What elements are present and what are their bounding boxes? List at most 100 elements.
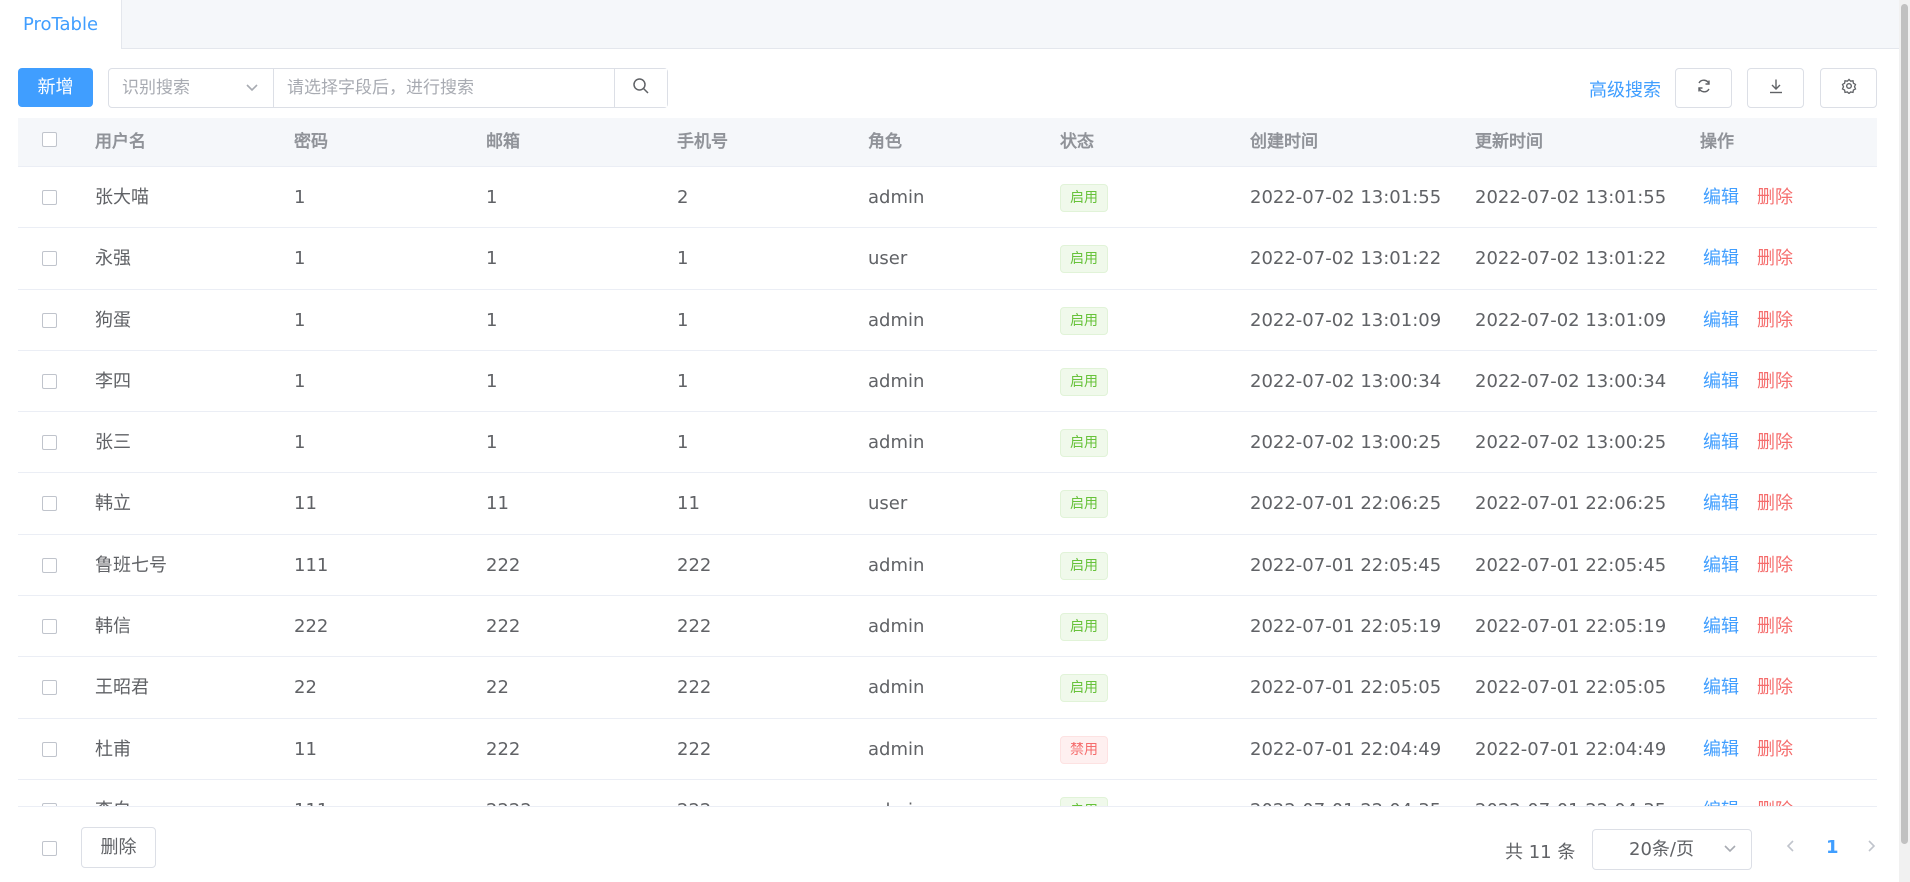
header-phone[interactable]: 手机号 [677,118,728,167]
header-created[interactable]: 创建时间 [1250,118,1318,167]
cell-status: 禁用 [1060,719,1108,780]
edit-link[interactable]: 编辑 [1703,432,1739,453]
header-updated[interactable]: 更新时间 [1475,118,1543,167]
cell-actions: 编辑删除 [1703,535,1793,596]
batch-delete-button[interactable]: 删除 [81,827,156,868]
table-row[interactable]: 李四 1 1 1 admin 启用 2022-07-02 13:00:34 2022-07-0… [18,351,1877,413]
add-button[interactable]: 新增 [18,68,93,107]
cell-actions: 编辑删除 [1703,657,1793,718]
tab-protable[interactable]: ProTable [0,0,122,49]
delete-link[interactable]: 删除 [1757,616,1793,637]
cell-phone: 222 [677,780,711,806]
cell-username: 韩信 [95,616,131,638]
edit-link[interactable]: 编辑 [1703,555,1739,576]
cell-password: 1 [294,309,306,331]
table-row[interactable]: 永强 1 1 1 user 启用 2022-07-02 13:01:22 2022-07-02… [18,228,1877,290]
table-row[interactable]: 杜甫 11 222 222 admin 禁用 2022-07-01 22:04:49 2022… [18,719,1877,780]
table-row[interactable]: 狗蛋 1 1 1 admin 启用 2022-07-02 13:01:09 2022-07-0… [18,290,1877,351]
edit-link[interactable]: 编辑 [1703,739,1739,760]
edit-link[interactable]: 编辑 [1703,248,1739,269]
header-role[interactable]: 角色 [868,118,902,167]
cell-updated: 2022-07-02 13:00:34 [1475,370,1667,392]
vertical-scrollbar[interactable] [1899,0,1910,882]
status-badge: 启用 [1060,429,1108,458]
row-checkbox[interactable] [42,251,57,267]
delete-link[interactable]: 删除 [1757,371,1793,392]
edit-link[interactable]: 编辑 [1703,187,1739,208]
search-input[interactable] [274,69,614,107]
cell-created: 2022-07-01 22:05:05 [1250,677,1442,699]
cell-role: admin [868,616,925,638]
delete-link[interactable]: 删除 [1757,677,1793,698]
cell-username: 韩立 [95,493,131,515]
header-email[interactable]: 邮箱 [486,118,520,167]
cell-email: 1 [486,309,498,331]
row-checkbox[interactable] [42,802,57,806]
row-checkbox[interactable] [42,496,57,512]
advanced-search-link[interactable]: 高级搜索 [1589,76,1661,102]
cell-phone: 222 [677,554,712,576]
cell-username: 张大喵 [95,187,149,208]
table-row[interactable]: 张三 1 1 1 admin 启用 2022-07-02 13:00:25 2022-07-0… [18,412,1877,474]
header-password[interactable]: 密码 [294,118,328,167]
delete-link[interactable]: 删除 [1757,248,1793,269]
row-checkbox[interactable] [42,435,57,451]
delete-link[interactable]: 删除 [1757,310,1793,331]
select-all-checkbox[interactable] [42,132,57,147]
search-field-select[interactable]: 识别搜索 [109,69,274,107]
cell-email: 222 [486,616,521,638]
cell-actions: 编辑删除 [1703,719,1793,780]
edit-link[interactable]: 编辑 [1703,800,1739,806]
delete-link[interactable]: 删除 [1757,187,1793,208]
cell-created: 2022-07-01 22:04:35 [1250,780,1441,806]
row-checkbox[interactable] [42,312,57,328]
delete-link[interactable]: 删除 [1757,800,1793,806]
row-checkbox[interactable] [42,619,57,635]
cell-role: user [868,248,908,270]
cell-username: 杜甫 [95,738,131,760]
prev-page-icon[interactable] [1786,836,1796,861]
header-status[interactable]: 状态 [1060,118,1094,167]
cell-status: 启用 [1060,657,1108,718]
delete-link[interactable]: 删除 [1757,555,1793,576]
row-checkbox[interactable] [42,557,57,573]
cell-updated: 2022-07-02 13:01:22 [1475,248,1667,270]
row-checkbox[interactable] [42,741,57,757]
edit-link[interactable]: 编辑 [1703,677,1739,698]
table-row[interactable]: 李白1112222222admin启用2022-07-01 22:04:3520… [18,780,1877,806]
scrollbar-thumb[interactable] [1901,4,1908,844]
page-size-select[interactable]: 20条/页 [1592,829,1752,870]
settings-button[interactable] [1820,68,1877,108]
table-header: 用户名 密码 邮箱 手机号 角色 状态 创建时间 更新时间 操作 [18,118,1877,167]
delete-link[interactable]: 删除 [1757,432,1793,453]
page-number-current[interactable]: 1 [1826,837,1839,858]
delete-link[interactable]: 删除 [1757,493,1793,514]
cell-role: admin [868,432,925,454]
edit-link[interactable]: 编辑 [1703,310,1739,331]
row-checkbox[interactable] [42,680,57,696]
edit-link[interactable]: 编辑 [1703,616,1739,637]
row-checkbox[interactable] [42,373,57,389]
edit-link[interactable]: 编辑 [1703,493,1739,514]
table-row[interactable]: 鲁班七号 111 222 222 admin 启用 2022-07-01 22:05:45 2… [18,535,1877,597]
row-checkbox[interactable] [42,190,57,205]
table-row[interactable]: 韩信 222 222 222 admin 启用 2022-07-01 22:05:19 202… [18,596,1877,658]
footer-select-all-checkbox[interactable] [42,841,57,856]
cell-status: 启用 [1060,290,1108,351]
search-button[interactable] [614,69,667,107]
table-row[interactable]: 张大喵 1 1 2 admin 启用 2022-07-02 13:01:55 2022-07-… [18,167,1877,229]
header-username[interactable]: 用户名 [95,118,146,167]
delete-link[interactable]: 删除 [1757,739,1793,760]
edit-link[interactable]: 编辑 [1703,371,1739,392]
next-page-icon[interactable] [1866,836,1876,861]
refresh-button[interactable] [1675,68,1732,108]
cell-status: 启用 [1060,351,1108,412]
table-row[interactable]: 韩立 11 11 11 user 启用 2022-07-01 22:06:25 2022-07… [18,473,1877,535]
table-row[interactable]: 王昭君 22 22 222 admin 启用 2022-07-01 22:05:05 2022… [18,657,1877,719]
cell-updated: 2022-07-01 22:04:35 [1475,780,1666,806]
refresh-icon [1696,78,1712,99]
cell-actions: 编辑删除 [1703,167,1793,228]
cell-email: 222 [486,738,521,760]
download-button[interactable] [1747,68,1804,108]
cell-password: 11 [294,493,317,515]
